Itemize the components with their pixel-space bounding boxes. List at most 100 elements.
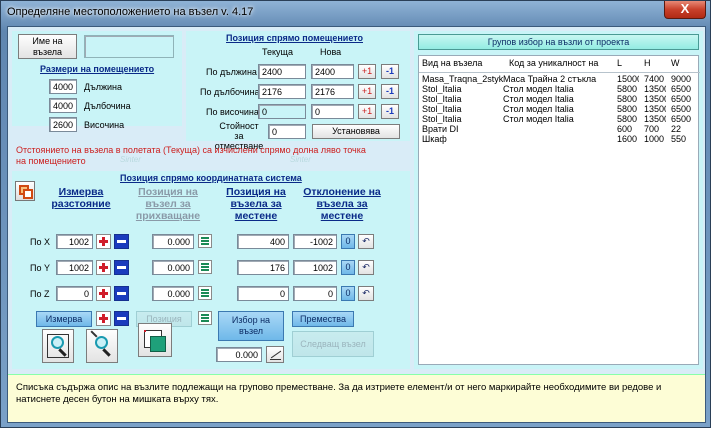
along-depth-label: По дълбочина <box>200 87 260 97</box>
offset-value-field[interactable]: 0 <box>268 124 306 139</box>
list-column-h[interactable]: H <box>644 58 651 68</box>
list-item[interactable]: Врати DI 600 700 22 <box>419 124 700 134</box>
list-header-divider <box>419 72 700 73</box>
x-attach-equal-button[interactable] <box>198 234 212 248</box>
current-column-header: Текуща <box>262 47 293 57</box>
list-item[interactable]: Masa_Traqna_2styk Маса Трайна 2 стъкла 1… <box>419 74 700 84</box>
next-node-button[interactable]: Следващ възел <box>292 331 374 357</box>
angle-field[interactable]: 0.000 <box>216 347 262 362</box>
x-deviation-field[interactable]: -1002 <box>293 234 337 249</box>
height-minus-one-button[interactable]: -1 <box>381 104 399 119</box>
zoom-extents-icon[interactable] <box>42 329 74 363</box>
list-header: Вид на възела Код за уникалност на L H W <box>419 58 700 70</box>
coordinate-system-panel: Позиция спрямо координатната система Изм… <box>12 171 410 369</box>
z-measure-plus-button[interactable] <box>96 286 111 301</box>
list-column-code[interactable]: Код за уникалност на <box>509 58 598 68</box>
measure-button[interactable]: Измерва <box>36 311 92 327</box>
along-height-label: По височина <box>206 107 259 117</box>
y-deviation-zero-button[interactable]: 0 <box>341 260 355 275</box>
copy-icon[interactable] <box>15 181 35 201</box>
status-help-text: Списъка съдържа опис на възлите подлежащ… <box>16 382 662 405</box>
x-place-field[interactable]: 400 <box>237 234 289 249</box>
window-title: Определяне местоположението на възел v. … <box>7 6 254 18</box>
attach-position-header: Позиция на възел за прихващане <box>135 186 201 222</box>
z-undo-icon[interactable]: ↶ <box>358 286 374 301</box>
move-position-header: Позиция на възела за местене <box>226 186 286 222</box>
z-measure-field[interactable]: 0 <box>56 286 93 301</box>
z-measure-minus-button[interactable] <box>114 286 129 301</box>
x-measure-field[interactable]: 1002 <box>56 234 93 249</box>
set-button[interactable]: Установява <box>312 124 400 139</box>
measure-minus-button[interactable] <box>114 311 129 326</box>
room-dimensions-heading: Размери на помещението <box>40 64 155 74</box>
x-deviation-zero-button[interactable]: 0 <box>341 234 355 249</box>
coordinate-note: Отстоянието на възела в полетата (Текуща… <box>16 145 366 166</box>
z-deviation-zero-button[interactable]: 0 <box>341 286 355 301</box>
y-measure-minus-button[interactable] <box>114 260 129 275</box>
height-current-field[interactable]: 0 <box>258 104 306 119</box>
room-depth-field[interactable]: 4000 <box>49 98 77 113</box>
height-new-field[interactable]: 0 <box>311 104 354 119</box>
application-window: Определяне местоположението на възел v. … <box>0 0 711 428</box>
title-bar[interactable]: Определяне местоположението на възел v. … <box>1 1 711 25</box>
room-height-field[interactable]: 2600 <box>49 117 77 132</box>
room-length-field[interactable]: 4000 <box>49 79 77 94</box>
select-node-button[interactable]: Избор на възел <box>218 311 284 341</box>
depth-new-field[interactable]: 2176 <box>311 84 354 99</box>
height-plus-one-button[interactable]: +1 <box>358 104 376 119</box>
zoom-window-icon[interactable] <box>86 329 118 363</box>
room-height-label: Височина <box>84 120 125 130</box>
y-attach-equal-button[interactable] <box>198 260 212 274</box>
z-place-field[interactable]: 0 <box>237 286 289 301</box>
depth-current-field[interactable]: 2176 <box>258 84 306 99</box>
length-current-field[interactable]: 2400 <box>258 64 306 79</box>
z-attach-field[interactable]: 0.000 <box>152 286 194 301</box>
room-position-panel: Позиция спрямо помещението Текуща Нова П… <box>186 31 410 151</box>
length-plus-one-button[interactable]: +1 <box>358 64 376 79</box>
list-item[interactable]: Stol_Italia Стол модел Italia 5800 13500… <box>419 94 700 104</box>
group-node-list[interactable]: Вид на възела Код за уникалност на L H W… <box>418 55 700 365</box>
watermark-text: Sinter <box>290 155 311 164</box>
list-item[interactable]: Stol_Italia Стол модел Italia 5800 13500… <box>419 104 700 114</box>
length-minus-one-button[interactable]: -1 <box>381 64 399 79</box>
depth-plus-one-button[interactable]: +1 <box>358 84 376 99</box>
x-measure-minus-button[interactable] <box>114 234 129 249</box>
position-equal-button[interactable] <box>198 311 212 325</box>
list-item[interactable]: Stol_Italia Стол модел Italia 5800 13500… <box>419 114 700 124</box>
measure-plus-button[interactable] <box>96 311 111 326</box>
coordinate-system-heading: Позиция спрямо координатната система <box>120 173 302 183</box>
along-length-label: По дължина <box>206 67 257 77</box>
new-column-header: Нова <box>320 47 342 57</box>
z-attach-equal-button[interactable] <box>198 286 212 300</box>
list-column-l[interactable]: L <box>617 58 622 68</box>
group-select-button[interactable]: Групов избор на възли от проекта <box>418 34 699 50</box>
y-deviation-field[interactable]: 1002 <box>293 260 337 275</box>
move-button[interactable]: Премества <box>292 311 354 327</box>
x-measure-plus-button[interactable] <box>96 234 111 249</box>
length-new-field[interactable]: 2400 <box>311 64 354 79</box>
form-client-area: Име на възела Размери на помещението 400… <box>7 26 706 423</box>
depth-minus-one-button[interactable]: -1 <box>381 84 399 99</box>
list-column-type[interactable]: Вид на възела <box>422 58 482 68</box>
angle-icon[interactable] <box>266 346 284 363</box>
room-dimensions-panel: Име на възела Размери на помещението 400… <box>12 31 182 132</box>
y-measure-field[interactable]: 1002 <box>56 260 93 275</box>
y-attach-field[interactable]: 0.000 <box>152 260 194 275</box>
watermark-text: Sinter <box>120 155 141 164</box>
list-item[interactable]: Шкаф 1600 1000 550 <box>419 134 700 144</box>
node-name-field[interactable] <box>84 35 174 58</box>
x-attach-field[interactable]: 0.000 <box>152 234 194 249</box>
node-view-icon[interactable] <box>138 323 172 357</box>
room-depth-label: Дълбочина <box>84 101 131 111</box>
axis-z-label: По Z <box>30 289 50 299</box>
node-name-button[interactable]: Име на възела <box>18 34 77 59</box>
close-button[interactable]: X <box>664 1 706 19</box>
z-deviation-field[interactable]: 0 <box>293 286 337 301</box>
x-undo-icon[interactable]: ↶ <box>358 234 374 249</box>
list-column-w[interactable]: W <box>671 58 680 68</box>
y-place-field[interactable]: 176 <box>237 260 289 275</box>
list-item[interactable]: Stol_Italia Стол модел Italia 5800 13500… <box>419 84 700 94</box>
y-measure-plus-button[interactable] <box>96 260 111 275</box>
y-undo-icon[interactable]: ↶ <box>358 260 374 275</box>
axis-x-label: По X <box>30 237 50 247</box>
